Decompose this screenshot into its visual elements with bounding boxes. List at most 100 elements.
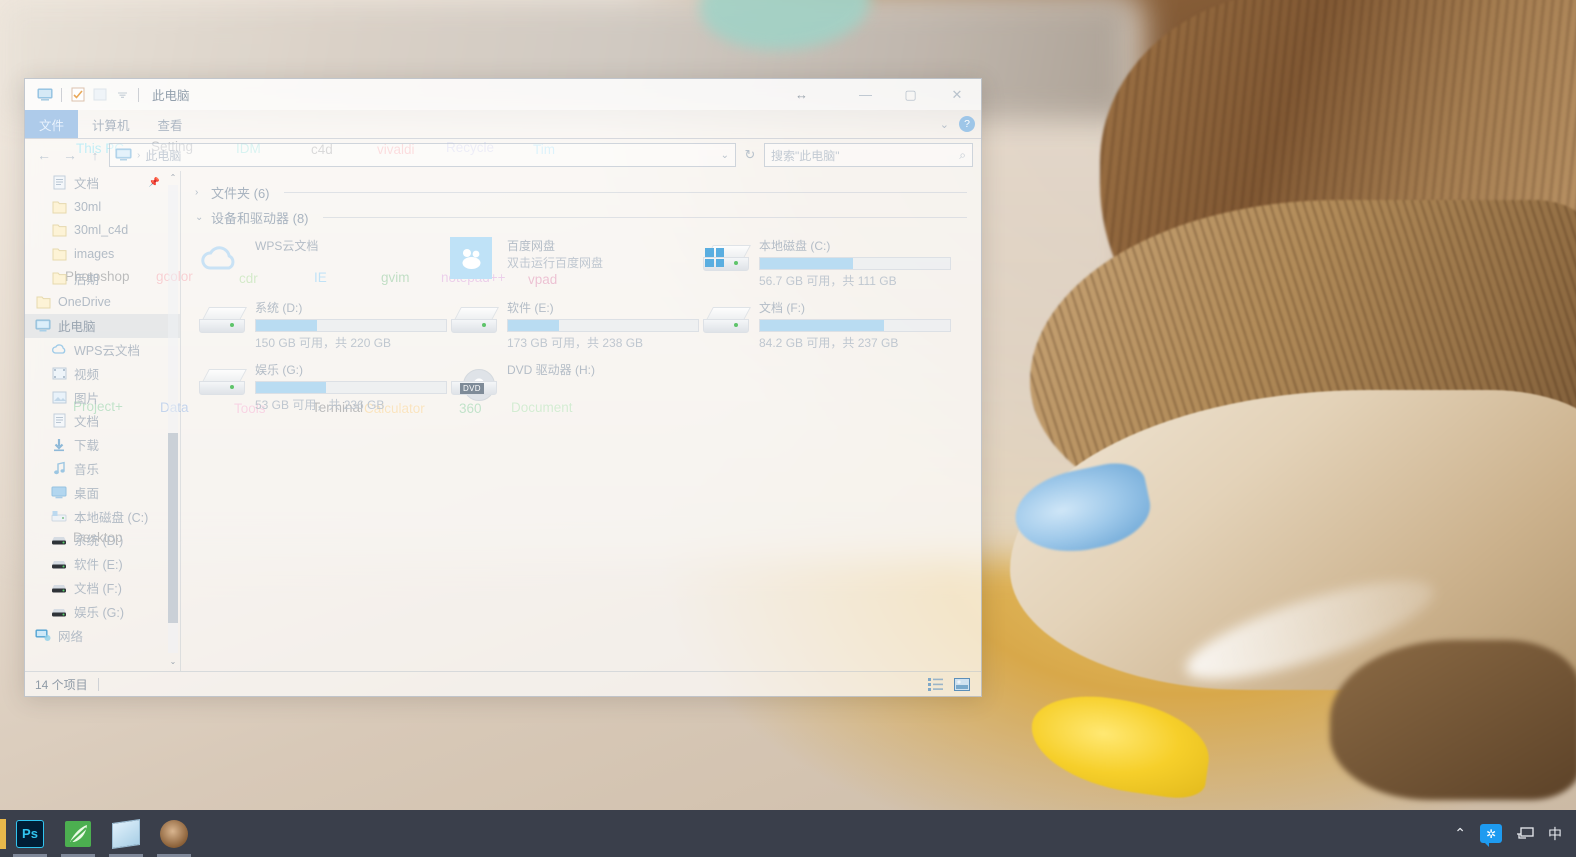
sidebar-item--[interactable]: 桌面 [25,480,180,504]
help-button[interactable]: ? [959,116,975,132]
scroll-down-icon[interactable]: ⌄ [168,657,178,669]
view-toggle-group[interactable] [927,676,971,692]
address-dropdown-icon[interactable]: ⌄ [721,150,729,161]
sidebar-item-label: 下载 [74,439,100,454]
drive-tile[interactable]: DVD DVD 驱动器 (H:) [447,357,699,415]
window-controls[interactable]: — ▢ ✕ [843,79,981,110]
sidebar-item-label: 30ml [74,199,102,214]
large-icons-view-icon[interactable] [953,676,971,692]
sidebar-item--[interactable]: 网络 [25,623,180,647]
file-explorer-window[interactable]: 此电脑 ↔ — ▢ ✕ 文件 计算机 查看 ⌄ ? ← → ↑ › 此电脑 ⌄ … [24,78,982,697]
sidebar-item--c-[interactable]: 本地磁盘 (C:) [25,504,180,528]
minimize-button[interactable]: — [843,79,888,110]
sidebar-item-30ml[interactable]: 30ml [25,195,180,219]
sidebar-item-label: 后期 [74,272,100,287]
tile-icon [699,235,751,281]
tile-name: DVD 驱动器 (H:) [507,363,595,377]
ribbon-tab-bar[interactable]: 文件 计算机 查看 ⌄ ? [25,110,981,139]
drive-tile[interactable]: 百度网盘 双击运行百度网盘 [447,233,699,291]
navigation-bar[interactable]: ← → ↑ › 此电脑 ⌄ ↻ 搜索"此电脑" ⌕ [25,139,981,171]
computer-icon[interactable] [34,85,56,105]
back-button[interactable]: ← [33,147,55,163]
drive-tile[interactable]: 软件 (E:) 173 GB 可用，共 238 GB [447,295,699,353]
sidebar-item-label: 30ml_c4d [74,223,129,238]
sidebar-item--[interactable]: 文档 📌 [25,171,180,195]
customize-dropdown-icon[interactable] [111,85,133,105]
drive-tile[interactable]: 本地磁盘 (C:) 56.7 GB 可用，共 111 GB [699,233,951,291]
drive-icon [51,556,67,572]
scrollbar-thumb[interactable] [168,433,178,623]
drive-tile[interactable]: 文档 (F:) 84.2 GB 可用，共 237 GB [699,295,951,353]
sidebar-item-label: 系统 (D:) [74,534,124,549]
scroll-up-icon[interactable]: ⌃ [168,173,178,185]
notepad-taskbar-icon[interactable] [102,810,150,857]
tile-icon [195,235,247,281]
drive-tile[interactable]: WPS云文档 [195,233,447,291]
capacity-bar-fill [760,258,854,269]
taskbar[interactable]: Ps ⌃ ✲ 中 [0,810,1576,857]
capacity-bar-fill [256,320,317,331]
content-pane[interactable]: › 文件夹 (6) ⌄ 设备和驱动器 (8) WPS云文档 百度网盘 双击运行百度网… [181,171,981,671]
ribbon-right-controls[interactable]: ⌄ ? [940,110,975,138]
sidebar-item--[interactable]: 下载 [25,433,180,457]
tab-file[interactable]: 文件 [25,110,79,138]
sidebar-item-wps-[interactable]: WPS云文档 [25,338,180,362]
sidebar-item--[interactable]: 图片 [25,385,180,409]
sidebar-item--[interactable]: 后期 [25,266,180,290]
sidebar-item-label: images [74,247,115,262]
drive-tiles-grid[interactable]: WPS云文档 百度网盘 双击运行百度网盘 本地磁盘 (C:) 56.7 GB 可用，共 … [195,233,967,419]
tab-computer[interactable]: 计算机 [78,110,144,138]
show-hidden-icons-chevron[interactable]: ⌃ [1454,825,1466,842]
new-folder-icon[interactable] [89,85,111,105]
document-icon [51,413,67,429]
breadcrumb[interactable]: 此电脑 [145,147,181,164]
tile-name: WPS云文档 [255,239,319,253]
properties-icon[interactable] [67,85,89,105]
group-header-devices[interactable]: ⌄ 设备和驱动器 (8) [195,208,967,227]
close-button[interactable]: ✕ [933,79,981,110]
security-notification-icon[interactable]: ✲ [1480,824,1502,847]
photoshop-taskbar-icon[interactable]: Ps [6,810,54,857]
network-icon[interactable] [1516,826,1534,842]
sidebar-item--[interactable]: 视频 [25,361,180,385]
ime-language-indicator[interactable]: 中 [1548,824,1562,844]
user-avatar-taskbar-icon[interactable] [150,810,198,857]
sidebar-item--e-[interactable]: 软件 (E:) [25,552,180,576]
forward-button[interactable]: → [59,147,81,163]
sidebar-item--[interactable]: 音乐 [25,457,180,481]
navigation-pane[interactable]: 文档 📌 30ml 30ml_c4d images 后期 OneDrive 此电脑 WPS云文档… [25,171,181,671]
pin-icon[interactable]: 📌 [149,177,160,188]
tab-view[interactable]: 查看 [144,110,197,138]
drive-tile[interactable]: 娱乐 (G:) 53 GB 可用，共 236 GB [195,357,447,415]
details-view-icon[interactable] [927,676,945,692]
quick-access-toolbar[interactable]: 此电脑 [25,85,190,105]
sidebar-item--d-[interactable]: 系统 (D:) [25,528,180,552]
sidebar-item--[interactable]: 此电脑 [25,313,180,338]
sidebar-item-30ml-c4d[interactable]: 30ml_c4d [25,219,180,243]
sidebar-item--f-[interactable]: 文档 (F:) [25,576,180,600]
search-input[interactable]: 搜索"此电脑" ⌕ [764,143,973,167]
chevron-right-icon[interactable]: › [195,187,205,198]
up-button[interactable]: ↑ [85,148,105,163]
sidebar-item-onedrive[interactable]: OneDrive [25,290,180,314]
tile-icon [195,359,247,405]
sidebar-item--g-[interactable]: 娱乐 (G:) [25,599,180,623]
wallpaper-shadow-blob [1330,640,1576,800]
chevron-down-icon[interactable]: ⌄ [195,212,205,223]
address-bar[interactable]: › 此电脑 ⌄ [109,143,736,167]
sidebar-item-images[interactable]: images [25,242,180,266]
scrollbar-track[interactable] [168,185,178,653]
maximize-button[interactable]: ▢ [888,79,933,110]
sidebar-item--[interactable]: 文档 [25,409,180,433]
drive-tile[interactable]: 系统 (D:) 150 GB 可用，共 220 GB [195,295,447,353]
sidebar-item-label: 软件 (E:) [74,558,123,573]
sidebar-scrollbar[interactable]: ⌃ [168,173,178,653]
tile-name: 文档 (F:) [759,301,805,315]
window-title-bar[interactable]: 此电脑 ↔ — ▢ ✕ [25,79,981,110]
taskbar-pinned-items[interactable]: Ps [6,810,198,857]
refresh-icon[interactable]: ↻ [740,147,760,163]
leaf-app-taskbar-icon[interactable] [54,810,102,857]
chevron-down-icon[interactable]: ⌄ [940,118,949,131]
system-tray[interactable]: ⌃ ✲ 中 [1454,810,1576,857]
group-header-folders[interactable]: › 文件夹 (6) [195,183,967,202]
